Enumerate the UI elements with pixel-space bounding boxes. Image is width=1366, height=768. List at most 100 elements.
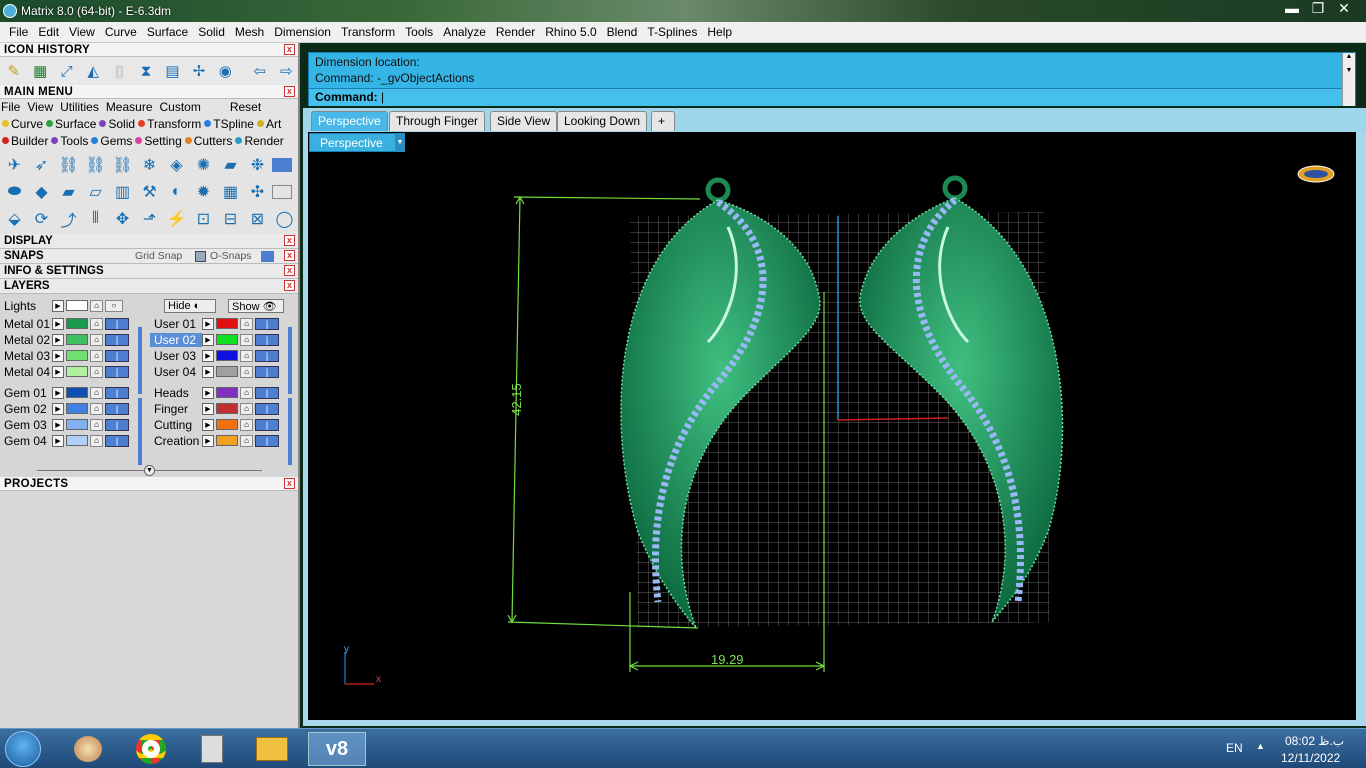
expand-icon[interactable]: ▶	[202, 386, 214, 399]
render-icon[interactable]: ▤	[161, 60, 184, 82]
color-swatch[interactable]	[66, 435, 88, 446]
category-setting[interactable]: Setting	[135, 134, 182, 148]
layer-row[interactable]: Gem 04 ▶ ⌂ |	[0, 433, 129, 448]
lock-icon[interactable]: ⌂	[90, 434, 103, 447]
layer-name[interactable]: Gem 03	[0, 418, 52, 432]
tool-icon[interactable]: ⬬	[2, 179, 27, 204]
layer-row[interactable]: Metal 02 ▶ ⌂ |	[0, 332, 129, 347]
tool-icon[interactable]: ◆	[29, 179, 54, 204]
chrome-icon[interactable]	[125, 732, 177, 766]
color-swatch[interactable]	[216, 318, 238, 329]
visibility-toggle[interactable]: |	[105, 434, 129, 447]
explorer-icon[interactable]	[246, 732, 298, 766]
category-art[interactable]: Art	[256, 117, 281, 131]
projects-header[interactable]: PROJECTS x	[0, 477, 298, 491]
expand-icon[interactable]: ▶	[52, 418, 64, 431]
move-icon[interactable]: ✥	[110, 206, 135, 231]
lock-icon[interactable]: ⌂	[240, 365, 253, 378]
minimize-button[interactable]: ▬	[1280, 0, 1304, 18]
color-swatch[interactable]	[216, 419, 238, 430]
menu-mesh[interactable]: Mesh	[230, 25, 269, 39]
layer-row[interactable]: Finger ▶ ⌂ |	[150, 401, 279, 416]
tool-icon[interactable]	[272, 157, 292, 172]
color-swatch[interactable]	[216, 387, 238, 398]
tool-icon[interactable]: ⊡	[191, 206, 216, 231]
category-curve[interactable]: Curve	[2, 117, 43, 131]
color-swatch[interactable]	[216, 403, 238, 414]
expand-icon[interactable]: ▶	[52, 386, 64, 399]
category-tools[interactable]: Tools	[51, 134, 88, 148]
lock-icon[interactable]: ⌂	[240, 333, 253, 346]
menu-view[interactable]: View	[64, 25, 100, 39]
expand-icon[interactable]: ▶	[202, 418, 214, 431]
visibility-toggle[interactable]: |	[105, 386, 129, 399]
snaps-header[interactable]: SNAPS Grid Snap O-Snaps x	[0, 249, 298, 264]
clock-date[interactable]: 12/11/2022	[1281, 751, 1340, 765]
layer-name[interactable]: Gem 01	[0, 386, 52, 400]
grid-icon[interactable]: ▦	[28, 60, 51, 82]
viewport[interactable]: Perspective ▼ 42.15 19.29 y x	[308, 132, 1356, 720]
close-icon[interactable]: x	[284, 86, 295, 97]
layer-name[interactable]: User 04	[150, 365, 202, 379]
color-swatch[interactable]	[216, 366, 238, 377]
expand-icon[interactable]: ▶	[52, 333, 64, 346]
expand-icon[interactable]: ▶	[202, 349, 214, 362]
lock-icon[interactable]: ⌂	[240, 386, 253, 399]
tool-icon[interactable]: ▦	[218, 179, 243, 204]
visibility-toggle[interactable]: |	[105, 402, 129, 415]
tool-icon[interactable]: ⬏	[137, 206, 162, 231]
tool-icon[interactable]: ◐	[164, 179, 189, 204]
layer-name[interactable]: Finger	[150, 402, 202, 416]
layer-name[interactable]: Gem 04	[0, 434, 52, 448]
category-cutters[interactable]: Cutters	[184, 134, 232, 148]
tray-expand-icon[interactable]: ▲	[1256, 741, 1265, 751]
ring-icon[interactable]: ◯	[272, 206, 297, 231]
color-swatch[interactable]	[66, 334, 88, 345]
menu-curve[interactable]: Curve	[100, 25, 142, 39]
visibility-toggle[interactable]: |	[255, 418, 279, 431]
mm-measure[interactable]: Measure	[106, 100, 153, 114]
layer-row[interactable]: User 04 ▶ ⌂ |	[150, 364, 279, 379]
menu-render[interactable]: Render	[491, 25, 540, 39]
tool-icon[interactable]: ❄	[137, 152, 162, 177]
info-settings-header[interactable]: INFO & SETTINGS x	[0, 264, 298, 279]
menu-help[interactable]: Help	[702, 25, 737, 39]
tool-icon[interactable]: ⊟	[218, 206, 243, 231]
tool-icon[interactable]: ⤴	[56, 206, 81, 231]
grid-snap-toggle[interactable]: Grid Snap	[135, 249, 182, 264]
color-swatch[interactable]	[66, 419, 88, 430]
layer-name[interactable]: User 02	[150, 332, 202, 347]
navigation-widget[interactable]	[1297, 165, 1335, 183]
category-gems[interactable]: Gems	[91, 134, 132, 148]
lock-icon[interactable]: ⌂	[90, 402, 103, 415]
layer-name[interactable]: Creation	[150, 434, 202, 448]
lock-icon[interactable]: ⌂	[240, 402, 253, 415]
tool-icon[interactable]: ⬙	[2, 206, 27, 231]
arrow-left-icon[interactable]: ⇦	[248, 60, 271, 82]
category-solid[interactable]: Solid	[99, 117, 135, 131]
language-indicator[interactable]: EN	[1226, 741, 1243, 755]
category-transform[interactable]: Transform	[138, 117, 201, 131]
lock-icon[interactable]: ⌂	[240, 418, 253, 431]
lock-icon[interactable]: ⌂	[240, 434, 253, 447]
array-icon[interactable]: ✢	[187, 60, 210, 82]
tool-icon[interactable]: ▥	[110, 179, 135, 204]
menu-tsplines[interactable]: T-Splines	[642, 25, 702, 39]
layer-row[interactable]: Creation ▶ ⌂ |	[150, 433, 279, 448]
tool-icon[interactable]: ◈	[164, 152, 189, 177]
tool-icon[interactable]: ⛓	[56, 152, 81, 177]
grid-snap-checkbox[interactable]	[195, 251, 206, 262]
layer-name[interactable]: Metal 02	[0, 333, 52, 347]
menu-file[interactable]: File	[4, 25, 33, 39]
visibility-toggle[interactable]: |	[105, 418, 129, 431]
layer-name[interactable]: Cutting	[150, 418, 202, 432]
menu-tools[interactable]: Tools	[400, 25, 438, 39]
expand-icon[interactable]: ▶	[202, 434, 214, 447]
close-icon[interactable]: x	[284, 250, 295, 261]
expand-icon[interactable]: ▶	[202, 365, 214, 378]
color-swatch[interactable]	[66, 350, 88, 361]
color-swatch[interactable]	[66, 403, 88, 414]
layer-row[interactable]: User 01 ▶ ⌂ |	[150, 316, 279, 331]
tool-icon[interactable]: ✣	[245, 179, 270, 204]
category-tspline[interactable]: TSpline	[204, 117, 254, 131]
